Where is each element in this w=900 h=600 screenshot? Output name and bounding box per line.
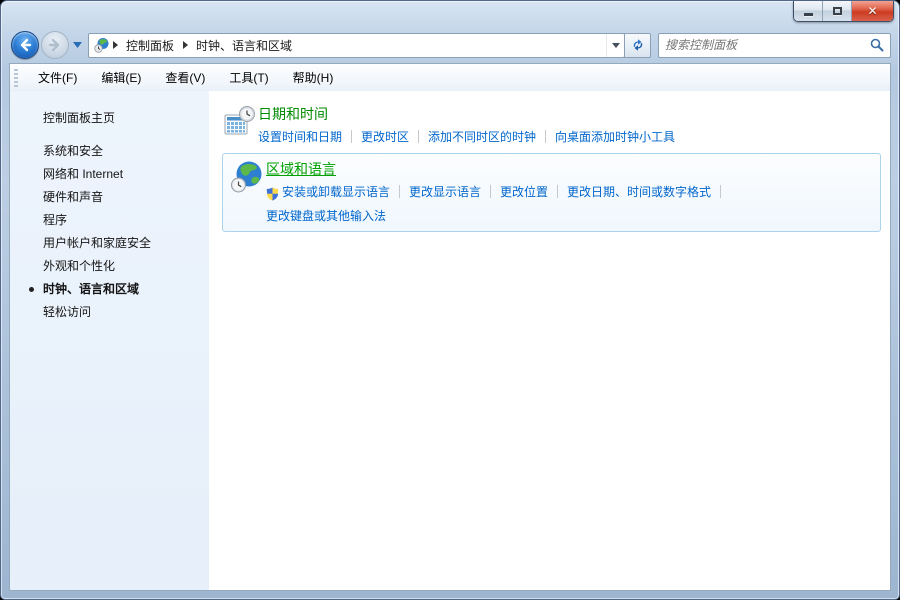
main-pane: 日期和时间 设置时间和日期 更改时区 添加不同时区的时钟 向桌面添加时钟小工具 — [209, 91, 890, 590]
link-separator — [490, 185, 491, 198]
task-change-keyboards-input-methods[interactable]: 更改键盘或其他输入法 — [266, 207, 386, 224]
sidebar-item-appearance[interactable]: 外观和个性化 — [10, 255, 209, 278]
section-region-language-hover-box: 区域和语言 安装或卸载显示语言 更改显示语言 — [222, 153, 881, 232]
navigation-bar: 控制面板 时钟、语言和区域 — [11, 30, 891, 60]
link-separator — [399, 185, 400, 198]
sidebar-item-network-internet[interactable]: 网络和 Internet — [10, 163, 209, 186]
task-add-clock-gadget[interactable]: 向桌面添加时钟小工具 — [555, 128, 675, 145]
menu-help[interactable]: 帮助(H) — [281, 65, 346, 90]
caption-button-group: ✕ — [793, 1, 894, 22]
minimize-button[interactable] — [794, 1, 823, 21]
active-bullet-icon — [29, 287, 34, 292]
region-language-title-link[interactable]: 区域和语言 — [266, 159, 336, 179]
category-globe-clock-icon — [94, 37, 110, 53]
sidebar: 控制面板主页 系统和安全 网络和 Internet 硬件和声音 程序 用户帐户和… — [10, 91, 209, 590]
sidebar-item-hardware-sound[interactable]: 硬件和声音 — [10, 186, 209, 209]
back-button[interactable] — [11, 31, 39, 59]
search-field-container[interactable] — [658, 33, 891, 58]
section-body: 日期和时间 设置时间和日期 更改时区 添加不同时区的时钟 向桌面添加时钟小工具 — [258, 104, 675, 145]
region-language-task-links-row2: 更改键盘或其他输入法 — [266, 207, 730, 224]
sidebar-item-clock-language-region[interactable]: 时钟、语言和区域 — [10, 278, 209, 301]
forward-arrow-icon — [48, 38, 62, 52]
section-body: 区域和语言 安装或卸载显示语言 更改显示语言 — [266, 159, 730, 224]
link-separator — [557, 185, 558, 198]
close-button[interactable]: ✕ — [852, 1, 893, 21]
sidebar-item-system-security[interactable]: 系统和安全 — [10, 140, 209, 163]
section-date-time: 日期和时间 设置时间和日期 更改时区 添加不同时区的时钟 向桌面添加时钟小工具 — [222, 104, 881, 145]
recent-pages-dropdown[interactable] — [73, 42, 82, 48]
link-separator — [418, 130, 419, 143]
menu-view[interactable]: 查看(V) — [153, 65, 217, 90]
date-time-task-links: 设置时间和日期 更改时区 添加不同时区的时钟 向桌面添加时钟小工具 — [258, 128, 675, 145]
link-separator — [351, 130, 352, 143]
forward-button[interactable] — [41, 31, 69, 59]
region-language-task-links-row1: 安装或卸载显示语言 更改显示语言 更改位置 更改日期、时间或数字格式 — [266, 183, 730, 200]
control-panel-window: ✕ — [0, 0, 900, 600]
back-arrow-icon — [18, 38, 32, 52]
menu-file[interactable]: 文件(F) — [26, 65, 89, 90]
task-change-timezone[interactable]: 更改时区 — [361, 128, 409, 145]
uac-shield-icon — [266, 187, 279, 201]
close-icon: ✕ — [867, 5, 877, 17]
task-change-location[interactable]: 更改位置 — [500, 183, 548, 200]
maximize-button[interactable] — [823, 1, 852, 21]
menu-bar: 文件(F) 编辑(E) 查看(V) 工具(T) 帮助(H) — [10, 64, 890, 91]
sidebar-item-control-panel-home[interactable]: 控制面板主页 — [10, 105, 209, 130]
refresh-icon — [631, 38, 645, 52]
task-change-display-language[interactable]: 更改显示语言 — [409, 183, 481, 200]
minimize-icon — [804, 13, 813, 16]
chevron-right-icon[interactable] — [112, 41, 118, 49]
link-separator — [545, 130, 546, 143]
menu-grip-handle[interactable] — [14, 69, 18, 87]
search-input[interactable] — [665, 38, 870, 53]
task-set-time-date[interactable]: 设置时间和日期 — [258, 128, 342, 145]
window-content: 文件(F) 编辑(E) 查看(V) 工具(T) 帮助(H) 控制面板主页 系统和… — [9, 63, 891, 591]
task-change-date-time-number-formats[interactable]: 更改日期、时间或数字格式 — [567, 183, 711, 200]
content-area: 控制面板主页 系统和安全 网络和 Internet 硬件和声音 程序 用户帐户和… — [10, 91, 890, 590]
breadcrumb: 控制面板 时钟、语言和区域 — [89, 34, 606, 57]
sidebar-item-ease-of-access[interactable]: 轻松访问 — [10, 301, 209, 324]
globe-clock-icon — [230, 160, 264, 194]
menu-edit[interactable]: 编辑(E) — [89, 65, 153, 90]
menu-tools[interactable]: 工具(T) — [217, 65, 280, 90]
date-time-title-link[interactable]: 日期和时间 — [258, 104, 328, 124]
task-add-clocks[interactable]: 添加不同时区的时钟 — [428, 128, 536, 145]
address-dropdown-button[interactable] — [606, 34, 624, 57]
address-bar[interactable]: 控制面板 时钟、语言和区域 — [88, 33, 625, 58]
calendar-clock-icon — [222, 105, 256, 139]
sidebar-item-label: 时钟、语言和区域 — [43, 282, 139, 296]
search-icon[interactable] — [870, 38, 884, 52]
sidebar-item-programs[interactable]: 程序 — [10, 209, 209, 232]
refresh-button[interactable] — [624, 33, 651, 58]
link-separator — [720, 185, 721, 198]
breadcrumb-control-panel[interactable]: 控制面板 — [120, 37, 180, 54]
sidebar-item-user-accounts[interactable]: 用户帐户和家庭安全 — [10, 232, 209, 255]
maximize-icon — [833, 7, 842, 15]
chevron-down-icon — [612, 43, 620, 48]
chevron-right-icon[interactable] — [182, 41, 188, 49]
task-install-display-language[interactable]: 安装或卸载显示语言 — [282, 183, 390, 200]
section-region-language: 区域和语言 安装或卸载显示语言 更改显示语言 — [230, 159, 872, 224]
breadcrumb-current-category[interactable]: 时钟、语言和区域 — [190, 37, 298, 54]
